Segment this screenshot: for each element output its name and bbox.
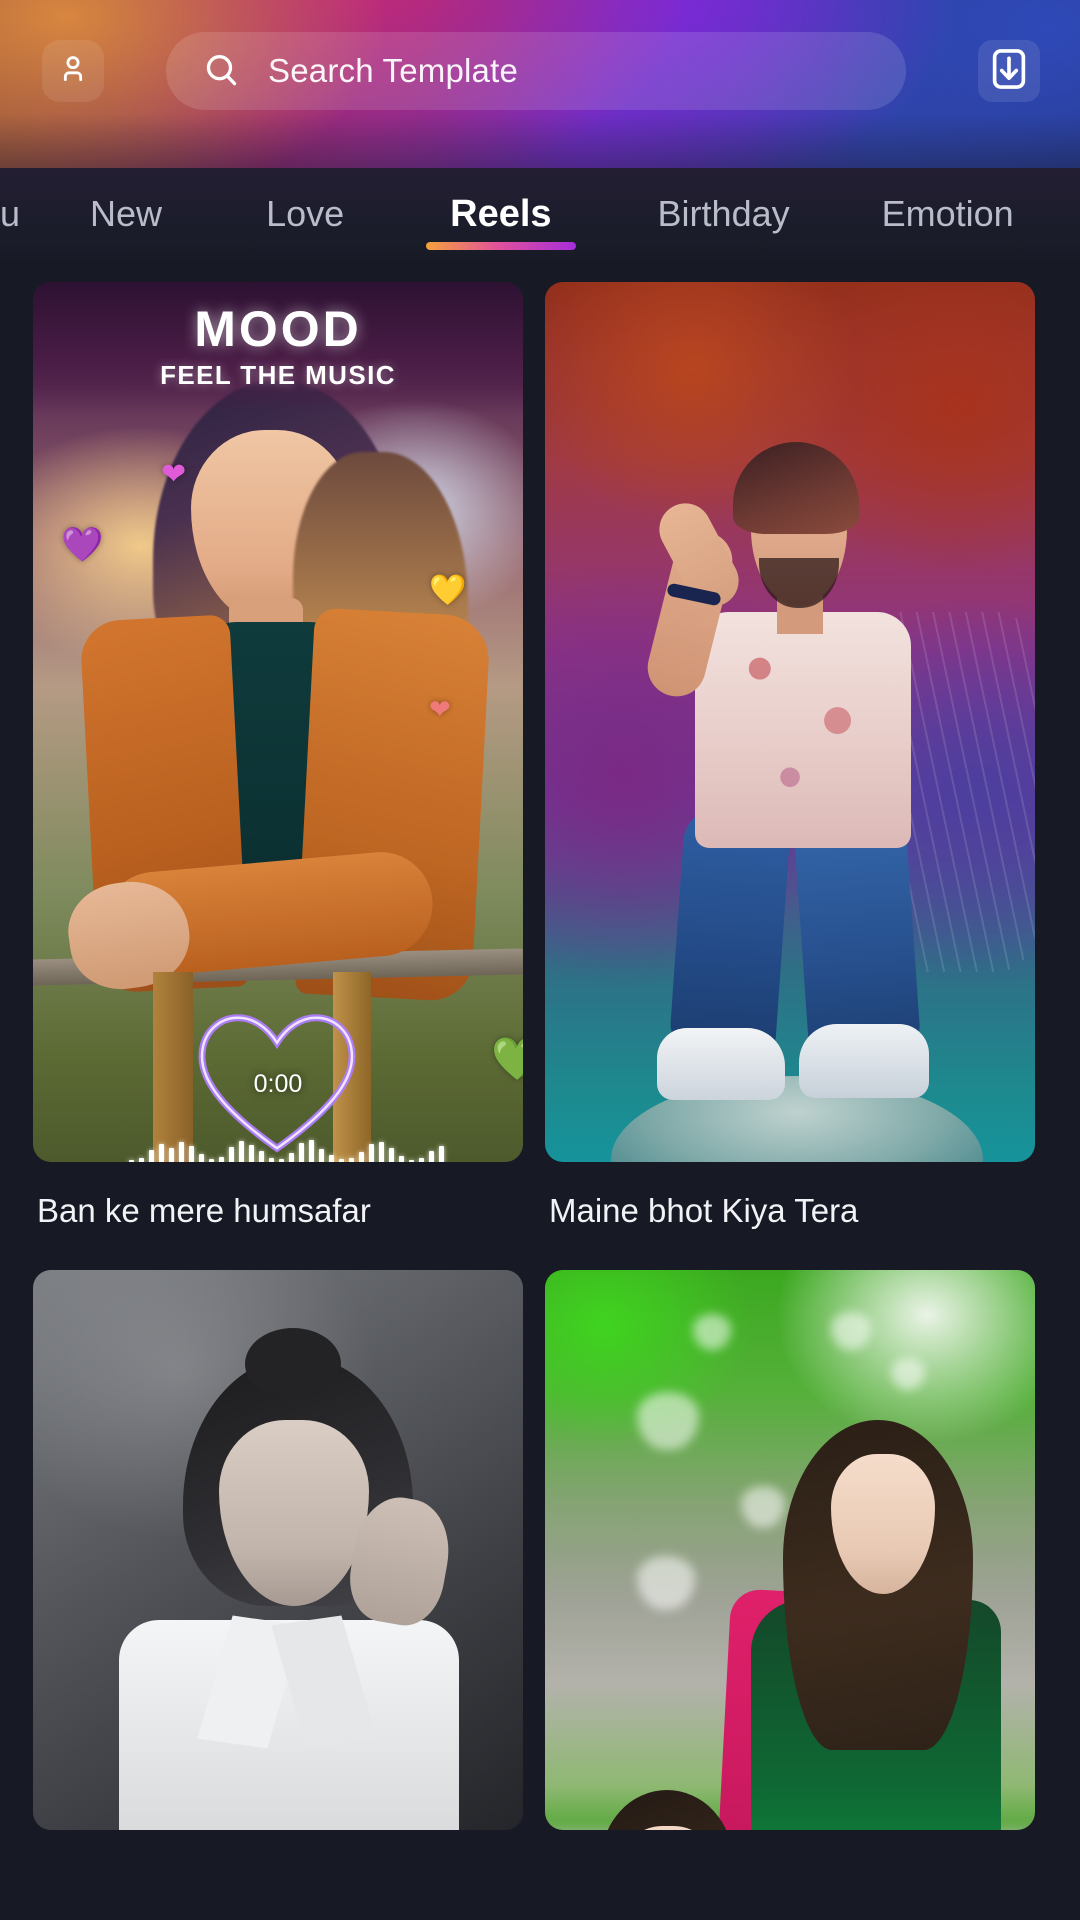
thumbnail-artwork: Messages • now 🔒 LOVE ❤️ Falak Tak 🎭 bbox=[33, 1270, 523, 1830]
search-input[interactable]: Search Template bbox=[268, 52, 518, 90]
pink-heart-icon: ❤ bbox=[429, 694, 451, 724]
purple-heart-icon: 💜 bbox=[61, 526, 104, 564]
thumbnail-artwork bbox=[545, 282, 1035, 1162]
tab-label: Love bbox=[266, 193, 345, 234]
thumbnail-artwork bbox=[545, 1270, 1035, 1830]
download-button[interactable] bbox=[978, 40, 1040, 102]
search-icon bbox=[202, 51, 242, 91]
tab-list[interactable]: u New Love Reels Birthday Emotion bbox=[0, 168, 1080, 260]
tab-love[interactable]: Love bbox=[214, 168, 396, 260]
app-header: Search Template bbox=[0, 0, 1080, 168]
overlay-word: LOVE bbox=[33, 1154, 523, 1162]
tab-new[interactable]: New bbox=[38, 168, 214, 260]
template-card[interactable]: Messages • now 🔒 LOVE ❤️ Falak Tak 🎭 bbox=[33, 1270, 523, 1830]
tab-label: New bbox=[90, 193, 163, 234]
tab-underline bbox=[426, 242, 576, 250]
download-icon bbox=[986, 46, 1032, 97]
search-bar[interactable]: Search Template bbox=[166, 32, 906, 110]
person-icon bbox=[56, 52, 90, 91]
template-card[interactable]: Maine bhot Kiya Tera bbox=[545, 282, 1035, 1270]
template-thumbnail[interactable] bbox=[545, 282, 1035, 1162]
template-card[interactable] bbox=[545, 1270, 1035, 1830]
tab-label: u bbox=[0, 193, 21, 234]
template-thumbnail[interactable]: Messages • now 🔒 LOVE ❤️ Falak Tak 🎭 bbox=[33, 1270, 523, 1830]
tab-label: Emotion bbox=[881, 193, 1014, 234]
overlay-timer: 0:00 bbox=[253, 1070, 303, 1098]
profile-button[interactable] bbox=[42, 40, 104, 102]
yellow-heart-icon: 💛 bbox=[429, 574, 467, 607]
template-thumbnail[interactable]: MOOD FEEL THE MUSIC 💜 ❤ 💛 ❤ 0:00 💚 bbox=[33, 282, 523, 1162]
tab-label: Reels bbox=[450, 192, 552, 235]
tab-birthday[interactable]: Birthday bbox=[606, 168, 842, 260]
tab-reels[interactable]: Reels bbox=[396, 168, 605, 260]
tab-for-you[interactable]: u bbox=[0, 168, 38, 260]
template-thumbnail[interactable] bbox=[545, 1270, 1035, 1830]
tab-emotion[interactable]: Emotion bbox=[842, 168, 1054, 260]
category-tab-bar[interactable]: u New Love Reels Birthday Emotion bbox=[0, 168, 1080, 260]
magenta-heart-icon: ❤ bbox=[161, 458, 187, 491]
thumbnail-artwork: MOOD FEEL THE MUSIC 💜 ❤ 💛 ❤ 0:00 💚 bbox=[33, 282, 523, 1162]
tab-label: Birthday bbox=[657, 193, 790, 234]
template-title: Ban ke mere humsafar bbox=[37, 1192, 371, 1229]
overlay-subtitle: FEEL THE MUSIC bbox=[160, 360, 396, 390]
overlay-title: MOOD bbox=[194, 301, 362, 357]
template-grid: MOOD FEEL THE MUSIC 💜 ❤ 💛 ❤ 0:00 💚 Ban k… bbox=[0, 260, 1080, 1830]
template-card[interactable]: MOOD FEEL THE MUSIC 💜 ❤ 💛 ❤ 0:00 💚 Ban k… bbox=[33, 282, 523, 1270]
header-fade bbox=[0, 114, 1080, 168]
template-title: Maine bhot Kiya Tera bbox=[549, 1192, 859, 1229]
green-heart-icon: 💚 bbox=[491, 1035, 523, 1082]
